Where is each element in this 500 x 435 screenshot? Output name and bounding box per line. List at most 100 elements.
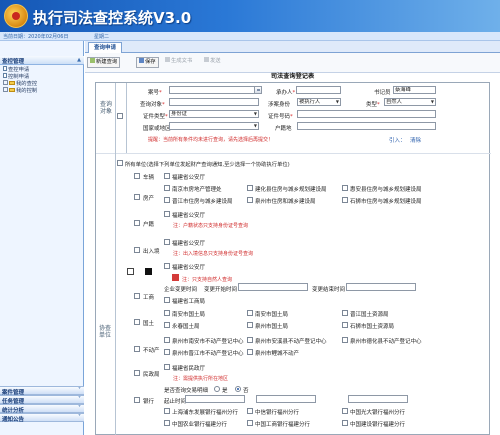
household-bureau-checkbox[interactable]	[164, 211, 170, 217]
sidebar-item-query-apply[interactable]: 查控申请	[3, 66, 37, 73]
tab-query-apply[interactable]: 查询申请	[88, 42, 122, 53]
chevron-down-icon: ˅	[78, 414, 81, 421]
page-icon	[3, 66, 7, 71]
realty-item-checkbox[interactable]	[164, 349, 170, 355]
land-item-checkbox[interactable]	[164, 322, 170, 328]
housing-item-checkbox[interactable]	[247, 185, 253, 191]
exit-checkbox[interactable]	[134, 247, 140, 253]
target-input[interactable]	[169, 98, 259, 106]
realty-checkbox[interactable]	[134, 346, 140, 352]
vehicle-label: 车辆	[143, 175, 155, 181]
expand-icon[interactable]	[3, 87, 8, 92]
bank-item-checkbox[interactable]	[247, 408, 253, 414]
domicile-input[interactable]	[297, 122, 436, 130]
expand-icon[interactable]	[3, 80, 8, 85]
cert-type-select[interactable]: 身份证	[169, 110, 259, 118]
housing-checkbox[interactable]	[134, 194, 140, 200]
search-icon[interactable]	[254, 86, 262, 94]
new-query-button[interactable]: 新建查询	[87, 57, 121, 68]
civil-label: 民政局	[143, 372, 160, 378]
land-item-checkbox[interactable]	[247, 322, 253, 328]
land-item-checkbox[interactable]	[342, 322, 348, 328]
tab-bar: 查询申请	[85, 41, 500, 53]
info-bar: 当前日期：2020年02月06日 星期二	[0, 32, 500, 41]
judge-label: 承办人*	[276, 90, 296, 96]
business-office-checkbox[interactable]	[164, 297, 170, 303]
bank-item-checkbox[interactable]	[164, 420, 170, 426]
realty-item-checkbox[interactable]	[247, 349, 253, 355]
bank-item-label: 中信银行福州分行	[255, 410, 300, 416]
civil-checkbox[interactable]	[134, 370, 140, 376]
business-end-label: 变更结束时间	[312, 287, 346, 293]
folder-icon	[9, 81, 15, 85]
clerk-input[interactable]: 蔡海峰	[393, 86, 436, 94]
bank-item-checkbox[interactable]	[342, 420, 348, 426]
housing-label: 房产	[143, 196, 155, 202]
type-label: 类型*	[366, 102, 380, 108]
sidebar-case-management[interactable]: 案件管理 ˅	[0, 386, 84, 396]
sidebar-task-management[interactable]: 任务管理 ˅	[0, 395, 84, 405]
clerk-label: 书记员	[374, 90, 391, 96]
bank-start-input[interactable]	[185, 395, 245, 403]
bank-yes-radio[interactable]	[214, 386, 220, 392]
sidebar-item-my-control[interactable]: 我的控制	[3, 87, 37, 94]
case-no-input[interactable]	[169, 86, 259, 94]
housing-item-checkbox[interactable]	[342, 185, 348, 191]
sidebar-statistics[interactable]: 统计分析 ˅	[0, 404, 84, 414]
sidebar-notices[interactable]: 通知公告 ˅	[0, 413, 84, 423]
case-no-label: 案号*	[148, 90, 162, 96]
realty-item-checkbox[interactable]	[164, 337, 170, 343]
bank-item-label: 中国工商银行福建分行	[255, 422, 311, 428]
vehicle-checkbox[interactable]	[134, 173, 140, 179]
housing-item-checkbox[interactable]	[342, 197, 348, 203]
bank-item-checkbox[interactable]	[164, 408, 170, 414]
land-item-checkbox[interactable]	[342, 310, 348, 316]
collapse-icon[interactable]: ▲	[77, 57, 81, 63]
country-label: 国家或地区	[143, 126, 171, 132]
land-item-label: 南安市国土局	[172, 312, 206, 318]
select-all-checkbox[interactable]	[117, 160, 123, 166]
generate-document-button[interactable]: 生成文书	[163, 57, 194, 68]
chevron-down-icon: ˅	[78, 387, 81, 394]
land-checkbox[interactable]	[134, 319, 140, 325]
bank-item-label: 中国农业银行福建分行	[172, 422, 228, 428]
housing-item-label: 石狮市住房与城乡规划建设局	[350, 199, 422, 205]
save-button[interactable]: 保存	[136, 57, 159, 68]
land-item-label: 晋江国土资源局	[350, 312, 389, 318]
clear-link[interactable]: 清除	[410, 136, 421, 144]
vehicle-bureau-checkbox[interactable]	[164, 173, 170, 179]
bank-range-input[interactable]	[348, 395, 408, 403]
bank-item-checkbox[interactable]	[342, 408, 348, 414]
app-title: 执行司法查控系统V3.0	[33, 9, 192, 27]
household-checkbox[interactable]	[134, 220, 140, 226]
housing-item-checkbox[interactable]	[164, 197, 170, 203]
bank-item-checkbox[interactable]	[247, 420, 253, 426]
bank-no-radio[interactable]	[235, 386, 241, 392]
land-item-checkbox[interactable]	[164, 310, 170, 316]
civil-bureau-checkbox[interactable]	[164, 364, 170, 370]
bank-checkbox[interactable]	[134, 397, 140, 403]
country-select[interactable]	[169, 122, 259, 130]
realty-item-checkbox[interactable]	[247, 337, 253, 343]
exit-bureau-checkbox[interactable]	[164, 239, 170, 245]
sidebar-item-control-apply[interactable]: 控制申请	[3, 73, 37, 80]
sidebar-item-my-query[interactable]: 我的查控	[3, 80, 37, 87]
send-button[interactable]: 发送	[202, 57, 223, 68]
housing-item-checkbox[interactable]	[247, 197, 253, 203]
extra-bureau-checkbox[interactable]	[164, 263, 170, 269]
business-start-label: 变更开始时间	[204, 287, 238, 293]
business-checkbox[interactable]	[134, 293, 140, 299]
cert-no-input[interactable]	[297, 110, 436, 118]
realty-item-checkbox[interactable]	[342, 337, 348, 343]
party-role-select[interactable]: 被执行人	[297, 98, 341, 106]
bank-end-input[interactable]	[256, 395, 316, 403]
sidebar-header[interactable]: 查控管理 ▲	[0, 56, 84, 65]
housing-item-checkbox[interactable]	[164, 185, 170, 191]
business-end-input[interactable]	[346, 283, 416, 291]
judge-input[interactable]	[296, 86, 341, 94]
business-start-input[interactable]	[238, 283, 308, 291]
type-select[interactable]: 自然人	[384, 98, 436, 106]
query-object-checkbox[interactable]	[117, 113, 123, 119]
blank-icon	[127, 268, 134, 275]
land-item-checkbox[interactable]	[247, 310, 253, 316]
